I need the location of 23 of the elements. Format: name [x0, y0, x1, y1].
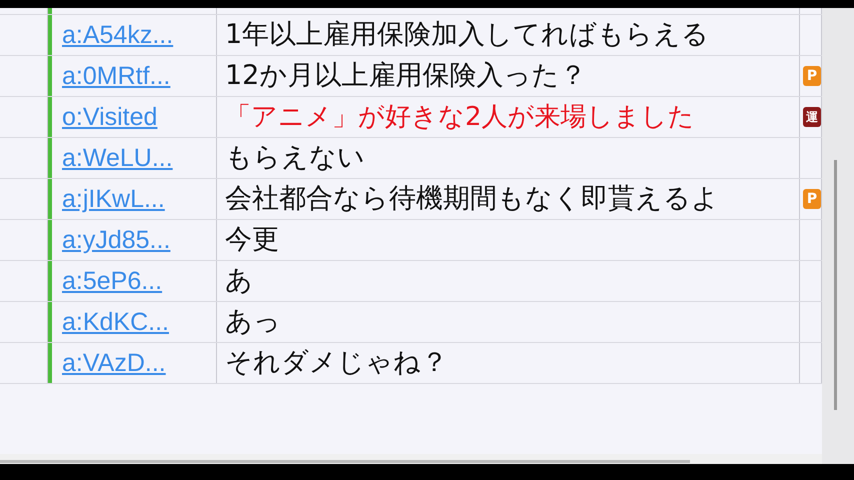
comment-text: あ [225, 264, 253, 298]
user-id-link[interactable]: o:Visited [62, 102, 158, 132]
user-id-link[interactable]: a:0MRtf... [62, 62, 170, 90]
vertical-scrollbar[interactable] [822, 8, 854, 464]
user-id-link[interactable]: a:jIKwL... [62, 184, 165, 214]
user-badge: P [803, 189, 821, 209]
comment-text: あっ [225, 305, 281, 339]
comment-text: 会社都合なら待機期間もなく即貰えるよ [225, 182, 719, 216]
comment-text: 「アニメ」が好きな2人が来場しました [225, 101, 695, 134]
user-id-link[interactable]: a:VAzD... [62, 348, 166, 378]
user-id-link[interactable]: a:WeLU... [62, 144, 173, 172]
comment-text: 12か月以上雇用保険入った？ [225, 59, 586, 93]
user-id-link[interactable]: a:A54kz... [62, 20, 174, 50]
comment-text: 今更 [225, 223, 279, 257]
user-id-link[interactable]: a:yJd85... [62, 226, 170, 254]
user-badge: 運 [803, 107, 821, 127]
user-id-link[interactable]: a:KdKC... [62, 308, 169, 336]
horizontal-scrollbar[interactable] [0, 454, 822, 464]
comment-text: それダメじゃね？ [225, 346, 448, 380]
comment-text: もらえない [225, 141, 365, 175]
user-id-link[interactable]: a:5eP6... [62, 266, 162, 296]
comment-text: 1年以上雇用保険加入してればもらえる [225, 18, 710, 52]
user-badge: P [803, 66, 821, 86]
